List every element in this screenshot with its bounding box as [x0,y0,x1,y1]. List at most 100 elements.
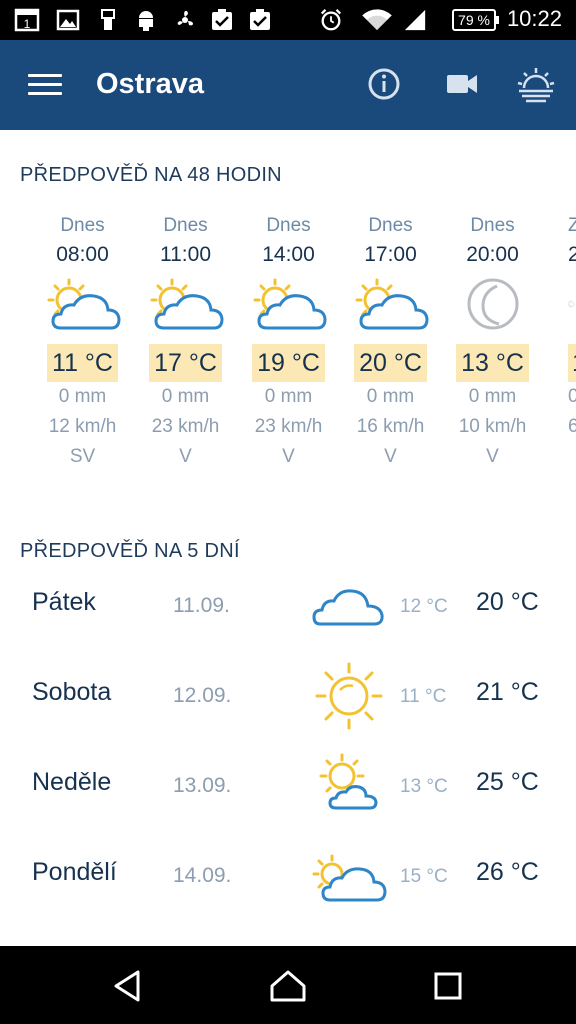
hour-time: 17:00 [364,243,417,266]
day-date: 11.09. [173,594,230,617]
clock: 10:22 [506,6,562,31]
sunrise-icon[interactable] [516,64,556,104]
hour-temp: 19 °C [252,344,325,382]
sun-cloud-icon [47,278,121,330]
battery-level: 79 % [458,12,490,28]
hour-wind-direction: SV [69,446,96,467]
calendar-day: 1 [24,17,31,31]
hour-rain: 0 mm [468,386,517,407]
menu-icon[interactable] [28,74,62,96]
hour-time: 14:00 [262,243,315,266]
hour-time: 11:00 [160,243,211,266]
sun-cloud-icon [253,278,327,330]
sun-cloud-icon [150,278,224,330]
hour-wind: 23 km/h [254,416,323,437]
task-done-icon [250,9,270,30]
alarm-icon [320,9,342,31]
hour-wind: 16 km/h [356,416,425,437]
image-icon [56,9,80,31]
navigation-bar [0,946,576,1024]
day-min: 15 °C [400,866,448,887]
content: PŘEDPOVĚĎ NA 48 HODIN Dnes 08:00 11 °C 0… [0,130,576,946]
day-min: 13 °C [400,776,448,797]
hour-wind-direction: V [282,446,295,467]
task-done-icon [212,9,232,30]
hourly-forecast[interactable]: Dnes 08:00 11 °C 0 mm 12 km/h SV Dnes 11… [0,212,576,482]
hour-time: 20:00 [466,243,519,266]
signal-icon [404,9,426,31]
hour-temp: 20 °C [354,344,427,382]
back-icon[interactable] [108,968,148,1004]
day-min: 12 °C [400,596,448,617]
sun-small-cloud-icon [319,753,378,810]
hour-col: Dnes 14:00 19 °C 0 mm 23 km/h V [237,212,340,472]
hour-col: Dnes 17:00 20 °C 0 mm 16 km/h V [339,212,442,472]
page-title: Ostrava [96,68,205,100]
hour-temp: 1 [568,344,576,382]
hour-wind-direction: V [384,446,397,467]
day-date: 12.09. [173,684,232,707]
android-debug-icon [139,11,153,31]
day-row[interactable]: Neděle 13.09. 13 °C 25 °C [0,753,576,848]
hour-wind: 6 [568,416,576,437]
day-name: Sobota [32,678,112,706]
hour-temp: 17 °C [149,344,222,382]
day-max: 26 °C [476,858,539,886]
calendar-icon: 1 [14,8,40,32]
hour-rain: 0 [568,386,576,407]
recents-icon[interactable] [428,968,468,1004]
status-bar: 1 79 % 10:22 [0,0,576,40]
hour-day: Dnes [60,215,105,236]
hour-day: Z [568,215,576,236]
sun-cloud-icon [355,278,429,330]
hour-day: Dnes [266,215,311,236]
day-min: 11 °C [400,686,447,707]
info-icon[interactable] [364,64,404,104]
hour-temp: 13 °C [456,344,529,382]
hour-day: Dnes [368,215,413,236]
wifi-icon [362,9,392,31]
hour-rain: 0 mm [161,386,210,407]
day-name: Neděle [32,768,112,796]
hour-wind: 10 km/h [458,416,527,437]
hour-rain: 0 mm [58,386,107,407]
day-max: 20 °C [476,588,539,616]
moon-icon [467,278,518,330]
day-name: Pátek [32,588,96,616]
cloud-sun-icon [312,854,387,902]
hour-col: Dnes 11:00 17 °C 0 mm 23 km/h V [134,212,237,472]
forecast48-title: PŘEDPOVĚĎ NA 48 HODIN [20,164,282,186]
hour-wind: 12 km/h [48,416,117,437]
day-date: 13.09. [173,774,232,797]
battery-icon: 79 % [452,9,499,31]
day-row[interactable]: Sobota 12.09. 11 °C 21 °C [0,662,576,758]
day-date: 14.09. [173,864,232,887]
day-max: 25 °C [476,768,539,796]
hour-rain: 0 mm [366,386,415,407]
day-name: Pondělí [32,858,117,886]
hour-time: 2 [568,243,576,266]
hour-rain: 0 mm [264,386,313,407]
usb-icon [101,9,115,30]
hour-wind-direction: V [486,446,499,467]
day-row[interactable]: Pátek 11.09. 12 °C 20 °C [0,578,576,668]
home-icon[interactable] [268,968,308,1004]
day-row[interactable]: Pondělí 14.09. 15 °C 26 °C [0,848,576,938]
hour-col: Dnes 08:00 11 °C 0 mm 12 km/h SV [31,212,134,472]
cloud-icon [312,589,384,626]
app-bar: Ostrava [0,40,576,130]
forecast5-title: PŘEDPOVĚĎ NA 5 DNÍ [20,540,240,562]
hour-day: Dnes [163,215,208,236]
hour-day: Dnes [470,215,515,236]
hour-col-partial: Z 2 1 0 6 [544,212,576,442]
hour-temp: 11 °C [47,344,118,382]
hour-col: Dnes 20:00 13 °C 0 mm 10 km/h V [441,212,544,472]
moon-icon [567,300,575,308]
day-max: 21 °C [476,678,539,706]
video-camera-icon[interactable] [442,64,482,104]
fan-icon [177,10,193,26]
hour-time: 08:00 [56,243,109,266]
hour-wind-direction: V [179,446,192,467]
sun-icon [315,662,383,730]
hour-wind: 23 km/h [151,416,220,437]
